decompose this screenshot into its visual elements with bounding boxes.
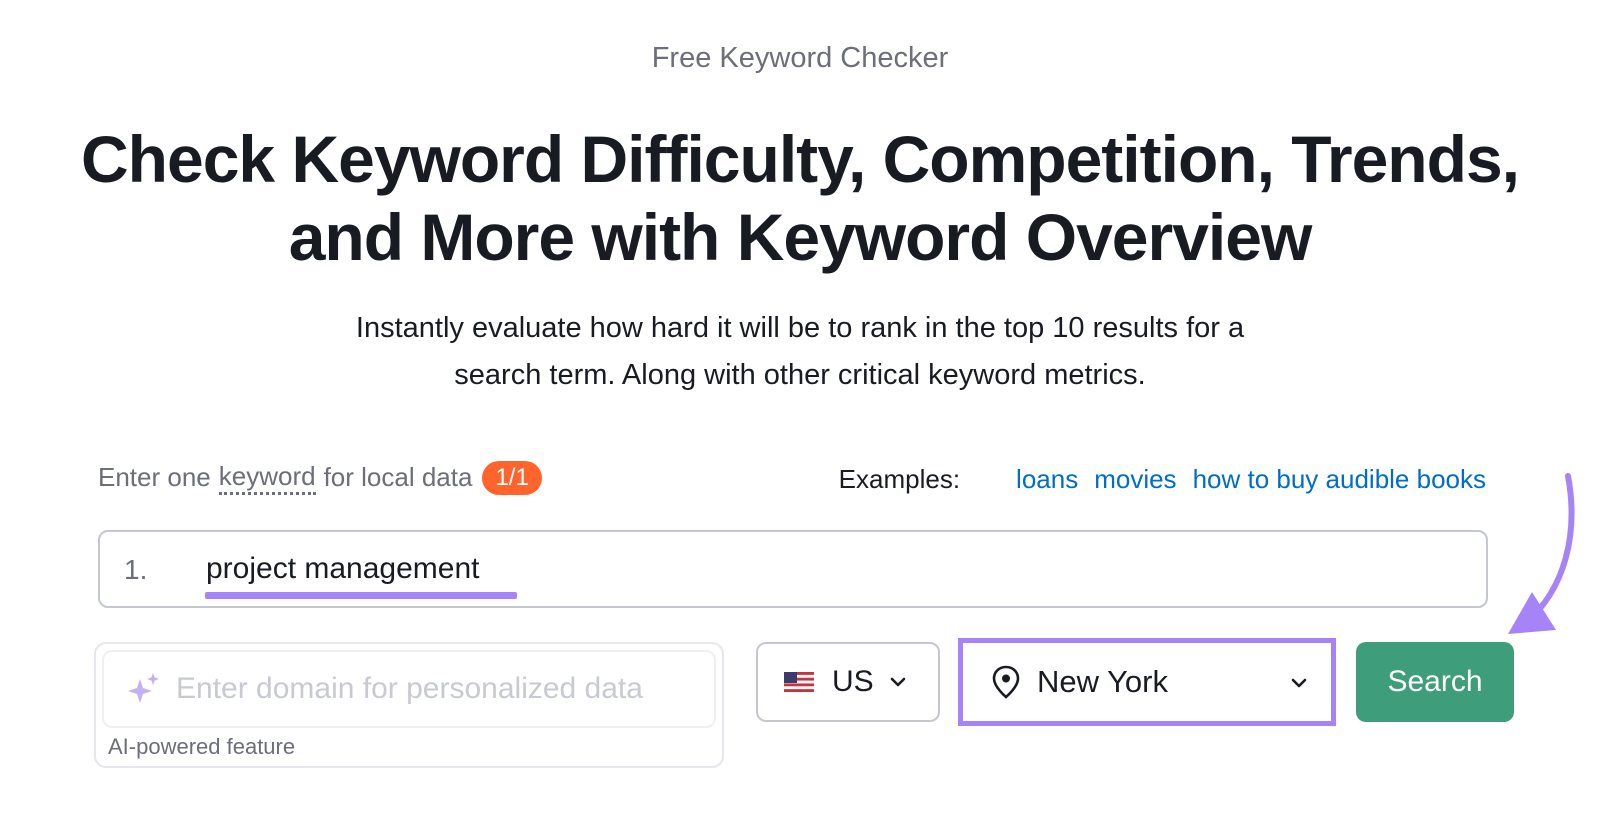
us-flag-icon — [784, 672, 814, 692]
domain-input-placeholder: Enter domain for personalized data — [176, 672, 643, 705]
domain-field-group: Enter domain for personalized data AI-po… — [94, 642, 724, 768]
examples-label: Examples: — [838, 464, 961, 494]
annotation-arrow-icon — [1508, 473, 1575, 634]
hint-suffix: for local data — [323, 462, 473, 492]
page-title-line-1: Check Keyword Difficulty, Competition, T… — [81, 122, 1520, 196]
hint-prefix: Enter one — [98, 462, 211, 492]
page-subtitle-line-1: Instantly evaluate how hard it will be t… — [355, 312, 1245, 344]
example-link-loans[interactable]: loans — [1016, 464, 1078, 495]
chevron-down-icon — [1291, 678, 1307, 688]
keyword-count-badge: 1/1 — [482, 460, 542, 495]
page-subtitle-line-2: search term. Along with other critical k… — [454, 359, 1146, 391]
page-title-line-2: and More with Keyword Overview — [288, 200, 1313, 274]
location-select[interactable]: New York — [958, 638, 1336, 726]
keyword-checker-page: Free Keyword Checker Check Keyword Diffi… — [0, 0, 1600, 819]
keyword-line-number: 1. — [124, 554, 148, 585]
country-code: US — [832, 665, 874, 698]
ai-feature-note: AI-powered feature — [108, 734, 296, 759]
example-link-movies[interactable]: movies — [1094, 464, 1176, 495]
location-value: New York — [1037, 664, 1168, 699]
country-select[interactable]: US — [756, 642, 940, 722]
location-pin-icon — [992, 665, 1020, 699]
keyword-hint: Enter one keyword for local data 1/1 — [98, 460, 542, 495]
sparkle-icon — [128, 673, 159, 703]
page-subtitle: Instantly evaluate how hard it will be t… — [0, 305, 1600, 399]
keyword-highlight-underline — [205, 592, 517, 599]
keyword-tooltip-term[interactable]: keyword — [218, 460, 316, 495]
page-eyebrow: Free Keyword Checker — [651, 42, 949, 74]
examples-row: Examples: loans movies how to buy audibl… — [839, 464, 1486, 495]
domain-input[interactable]: Enter domain for personalized data — [102, 650, 716, 728]
example-link-audible[interactable]: how to buy audible books — [1193, 464, 1486, 495]
keyword-input-value[interactable]: project management — [206, 552, 480, 586]
page-title: Check Keyword Difficulty, Competition, T… — [0, 120, 1600, 276]
keyword-input[interactable]: 1. project management — [98, 530, 1488, 608]
chevron-down-icon — [890, 677, 905, 687]
